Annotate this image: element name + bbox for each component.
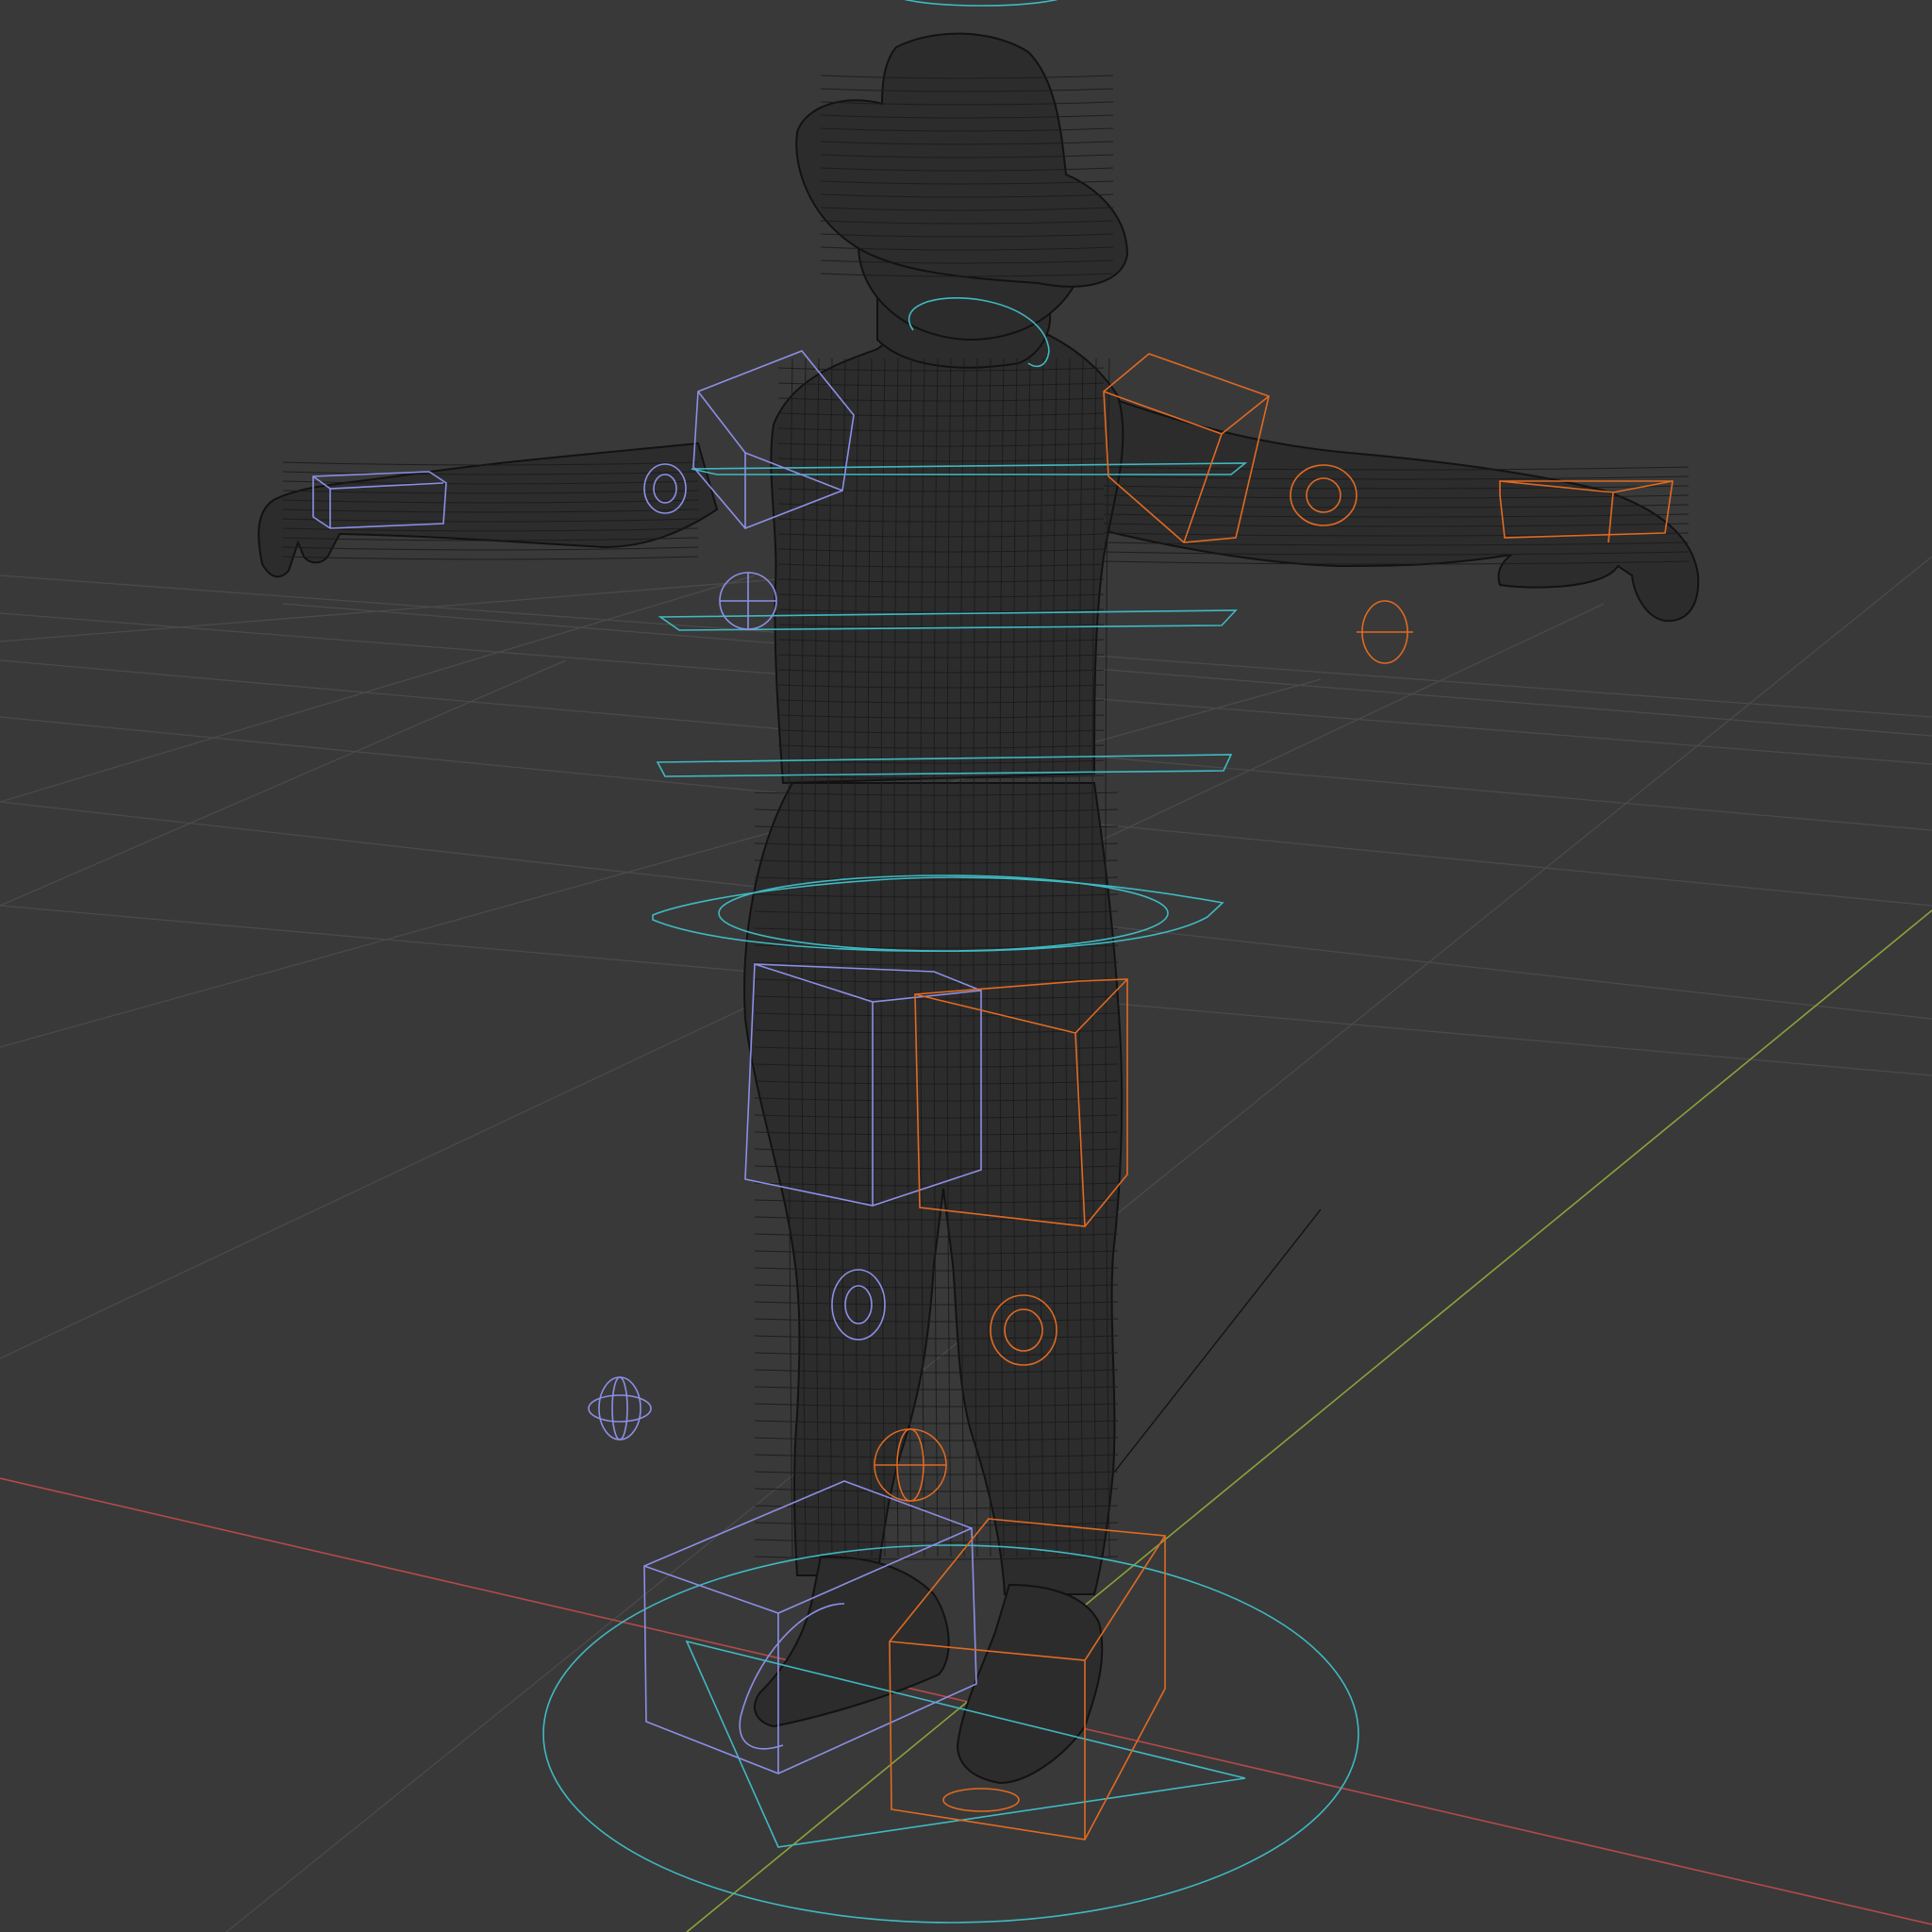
grid-line: [0, 575, 756, 803]
mesh-edge: [282, 546, 699, 551]
character-mesh-icon[interactable]: [258, 32, 1700, 1785]
grid-line: [0, 659, 567, 907]
mesh-edge: [282, 556, 699, 560]
grid-line: [282, 603, 1932, 737]
shoe-right: [956, 1583, 1104, 1785]
right-foot-roll: [942, 1788, 1020, 1812]
torso: [770, 318, 1124, 785]
left-pole-target: [719, 572, 777, 630]
left-knee-pole: [588, 1376, 652, 1441]
right-pole-target: [1357, 600, 1413, 664]
arm-right: [1055, 375, 1700, 623]
root-control: [542, 1544, 1359, 1924]
shoe-left: [754, 1555, 950, 1728]
3d-viewport[interactable]: [0, 0, 1932, 1932]
grid-line: [0, 678, 1322, 1048]
top-control: [904, 0, 1058, 7]
origin-empty-icon: [1112, 1208, 1322, 1474]
